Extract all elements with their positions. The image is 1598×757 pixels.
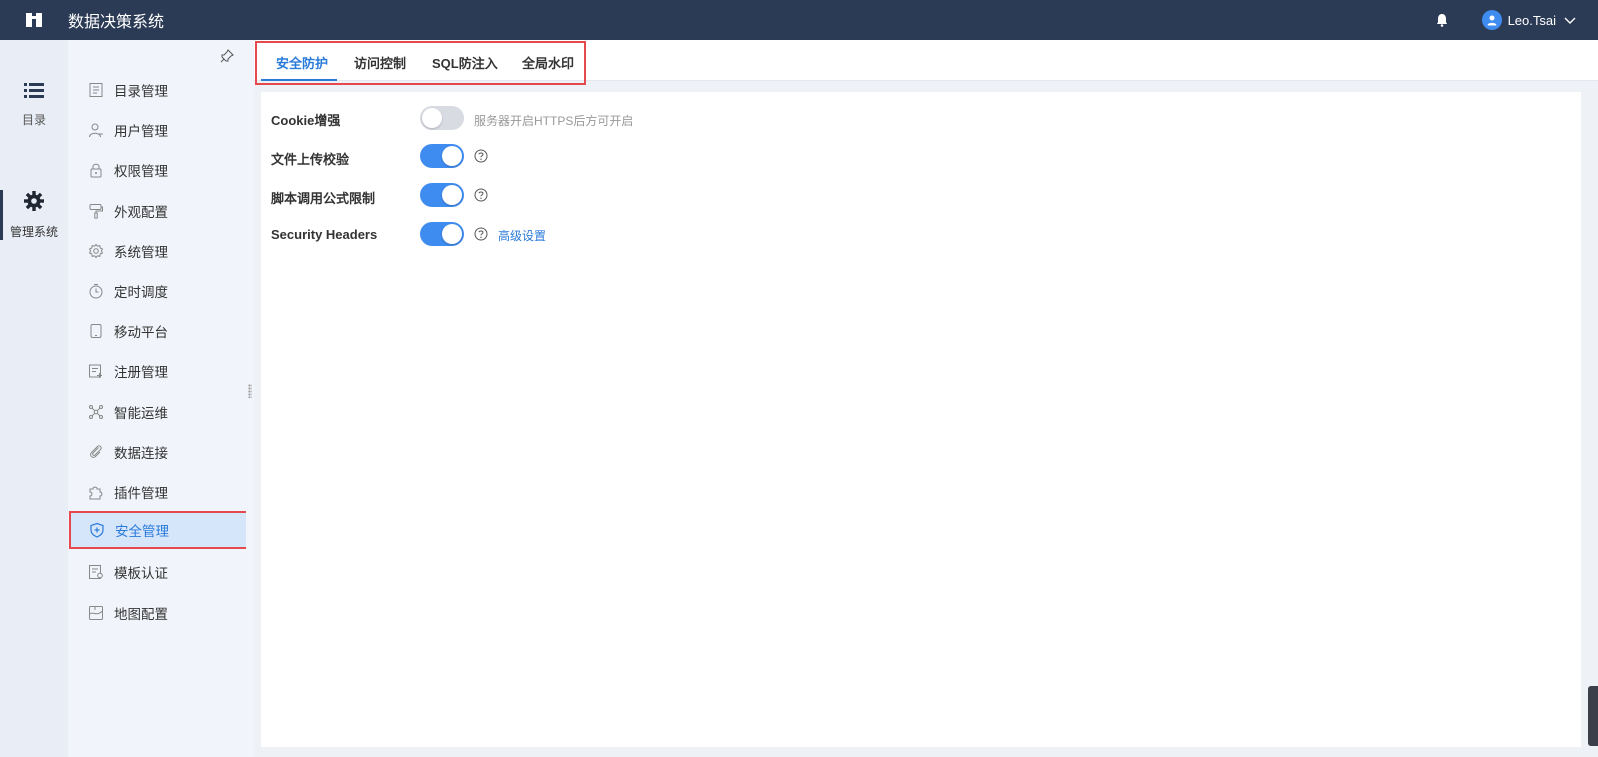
chevron-down-icon <box>1564 13 1576 28</box>
cookie-enhance-hint: 服务器开启HTTPS后方可开启 <box>474 114 634 128</box>
tablet-icon <box>88 323 104 339</box>
gear-icon <box>88 243 104 259</box>
sidebar-item-label: 用户管理 <box>114 124 168 140</box>
sidebar-item[interactable]: 数据连接 <box>68 433 246 471</box>
sidebar-item[interactable]: 安全管理 <box>69 511 249 550</box>
sidebar-item-label: 插件管理 <box>114 486 168 501</box>
list-icon <box>24 82 44 103</box>
security-headers-label: Security Headers <box>271 227 378 242</box>
sidebar-item-label: 数据连接 <box>114 445 168 461</box>
sidebar-splitter[interactable] <box>246 40 254 757</box>
rail-item-catalog[interactable]: 目录 <box>0 82 68 128</box>
sidebar-item[interactable]: 系统管理 <box>68 232 246 270</box>
help-icon[interactable] <box>474 227 488 241</box>
sidebar-item[interactable]: 智能运维 <box>68 393 246 431</box>
top-bar: 数据决策系统 Leo.Tsai <box>0 0 1598 40</box>
user-menu[interactable]: Leo.Tsai <box>1481 10 1576 30</box>
shield-icon <box>89 522 105 538</box>
register-icon <box>88 363 104 379</box>
bell-icon[interactable] <box>1432 10 1452 30</box>
sidebar-item-label: 目录管理 <box>114 84 168 99</box>
script-formula-limit-toggle[interactable] <box>420 183 464 207</box>
tabs-highlight-box <box>255 41 586 85</box>
sidebar-item-label: 智能运维 <box>114 405 168 421</box>
sidebar-item-label: 权限管理 <box>114 164 168 180</box>
sidebar-item-label: 移动平台 <box>114 325 168 341</box>
toggle-knob <box>442 185 462 205</box>
toggle-knob <box>442 224 462 244</box>
rail-catalog-label: 目录 <box>21 113 46 127</box>
advanced-settings-link[interactable]: 高级设置 <box>498 227 546 244</box>
lock-icon <box>88 162 104 178</box>
file-upload-check-label: 文件上传校验 <box>271 152 350 167</box>
brush-icon <box>88 203 104 219</box>
help-icon[interactable] <box>474 149 488 163</box>
file-upload-check-toggle[interactable] <box>420 144 464 168</box>
gear-icon <box>23 190 45 215</box>
left-rail: 目录 管理系统 <box>0 40 68 757</box>
cookie-enhance-toggle[interactable] <box>420 106 464 130</box>
sidebar-item[interactable]: 模板认证 <box>68 553 246 591</box>
sidebar-item-label: 定时调度 <box>114 285 168 300</box>
logo-icon[interactable] <box>0 0 68 40</box>
security-headers-toggle[interactable] <box>420 222 464 246</box>
sidebar-item[interactable]: 目录管理 <box>68 71 246 109</box>
user-icon <box>88 122 104 138</box>
sidebar-item[interactable]: 外观配置 <box>68 192 246 230</box>
script-formula-limit-label: 脚本调用公式限制 <box>271 191 376 206</box>
sidebar-item[interactable]: 插件管理 <box>68 473 246 511</box>
timer-icon <box>88 283 104 299</box>
avatar <box>1481 10 1502 30</box>
rail-item-manage[interactable]: 管理系统 <box>0 190 68 240</box>
user-name: Leo.Tsai <box>1507 12 1556 28</box>
sidebar-item[interactable]: 定时调度 <box>68 272 246 310</box>
map-icon <box>88 605 104 621</box>
resize-grip-icon[interactable] <box>248 384 252 398</box>
sidebar-item-label: 系统管理 <box>114 244 168 260</box>
toggle-knob <box>422 108 442 128</box>
sidebar-item-label: 模板认证 <box>114 566 168 582</box>
sidebar-item-label: 外观配置 <box>114 204 168 220</box>
catalog-icon <box>88 82 104 98</box>
sidebar-item[interactable]: 移动平台 <box>68 312 246 350</box>
cookie-enhance-label: Cookie增强 <box>271 113 341 128</box>
top-right-area: Leo.Tsai <box>1432 0 1598 40</box>
sidebar-item[interactable]: 地图配置 <box>68 594 246 632</box>
network-icon <box>88 404 104 420</box>
toggle-knob <box>442 146 462 166</box>
sidebar-item-label: 地图配置 <box>114 606 168 622</box>
app-title: 数据决策系统 <box>68 14 165 31</box>
help-icon[interactable] <box>474 188 488 202</box>
sidebar-item[interactable]: 权限管理 <box>68 151 246 189</box>
link-icon <box>88 444 104 460</box>
sidebar-item[interactable]: 注册管理 <box>68 352 246 390</box>
sidebar-item-label: 注册管理 <box>114 365 168 381</box>
pin-icon[interactable] <box>220 49 234 63</box>
sidebar-item-label: 安全管理 <box>115 524 169 540</box>
template-icon <box>88 564 104 580</box>
sidebar-item[interactable]: 用户管理 <box>68 111 246 149</box>
puzzle-icon <box>88 484 104 500</box>
floating-widget[interactable] <box>1588 686 1598 746</box>
rail-manage-label: 管理系统 <box>9 225 58 239</box>
